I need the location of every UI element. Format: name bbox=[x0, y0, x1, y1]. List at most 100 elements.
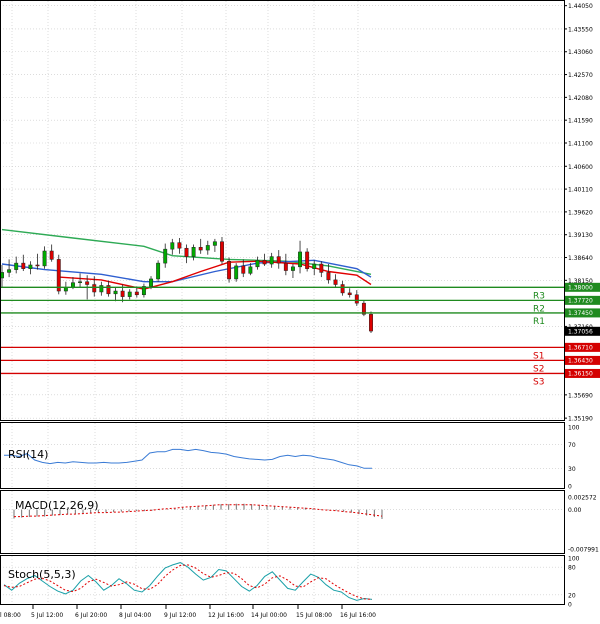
time-axis-label: 16 Jul 16:00 bbox=[340, 612, 376, 619]
chart-background bbox=[0, 0, 600, 624]
candle-body bbox=[134, 291, 139, 296]
candle-body bbox=[212, 241, 217, 246]
pivot-level-price: 1.38000 bbox=[568, 285, 593, 292]
candle-body bbox=[191, 247, 196, 257]
price-y-tick-label: 1.43060 bbox=[568, 49, 593, 56]
candle bbox=[156, 260, 161, 282]
pivot-level-label: R1 bbox=[533, 317, 545, 327]
candle-body bbox=[269, 256, 274, 265]
stochastic-y-tick-label: 0 bbox=[568, 602, 572, 609]
macd-y-tick-label: 0.002572 bbox=[568, 495, 597, 502]
candle-body bbox=[49, 250, 54, 260]
candle-body bbox=[205, 245, 210, 251]
time-axis-label: 5 Jul 12:00 bbox=[31, 612, 63, 619]
rsi-y-tick-label: 30 bbox=[568, 466, 576, 473]
rsi-y-tick-label: 0 bbox=[568, 484, 572, 491]
candle-body bbox=[42, 250, 47, 267]
candle-body bbox=[78, 281, 83, 283]
candle-body bbox=[347, 292, 352, 296]
candle-body bbox=[120, 290, 125, 297]
candle-body bbox=[177, 242, 182, 249]
time-axis-label: 15 Jul 08:00 bbox=[296, 612, 332, 619]
candle-body bbox=[262, 260, 267, 265]
pivot-level-label: S3 bbox=[533, 377, 544, 387]
candle bbox=[227, 257, 232, 283]
candle-body bbox=[21, 262, 26, 269]
candle-body bbox=[127, 291, 132, 297]
candle bbox=[305, 248, 310, 272]
price-y-tick-label: 1.38150 bbox=[568, 278, 593, 285]
candle-body bbox=[283, 262, 288, 271]
pivot-level-price: 1.37720 bbox=[568, 298, 593, 305]
candle-body bbox=[14, 262, 19, 270]
candle-body bbox=[7, 269, 12, 273]
price-y-tick-label: 1.35190 bbox=[568, 416, 593, 423]
candle-body bbox=[276, 256, 281, 264]
stochastic-y-tick-label: 20 bbox=[568, 592, 576, 599]
price-y-tick-label: 1.41100 bbox=[568, 140, 593, 147]
stochastic-y-tick-label: 100 bbox=[568, 556, 580, 563]
price-y-tick-label: 1.40110 bbox=[568, 187, 593, 194]
price-y-tick-label: 1.35690 bbox=[568, 392, 593, 399]
candle-body bbox=[241, 265, 246, 274]
time-axis-label: 6 Jul 20:00 bbox=[75, 612, 107, 619]
candle-body bbox=[198, 247, 203, 251]
price-y-tick-label: 1.43550 bbox=[568, 26, 593, 33]
candle-body bbox=[333, 279, 338, 285]
candle-body bbox=[156, 262, 161, 280]
candle-body bbox=[354, 294, 359, 304]
price-y-tick-label: 1.40600 bbox=[568, 164, 593, 171]
candle-body bbox=[184, 247, 189, 257]
candle-body bbox=[220, 241, 224, 262]
time-axis-label-partial: l 08:00 bbox=[0, 612, 21, 619]
candle bbox=[369, 311, 373, 333]
candle-body bbox=[234, 265, 239, 280]
stochastic-title: Stoch(5,5,3) bbox=[8, 568, 76, 581]
rsi-y-tick-label: 70 bbox=[568, 442, 576, 449]
candle-body bbox=[312, 263, 317, 269]
rsi-title: RSI(14) bbox=[8, 448, 48, 461]
price-y-tick-label: 1.39620 bbox=[568, 209, 593, 216]
candle-body bbox=[319, 263, 324, 273]
candle-body bbox=[248, 266, 253, 274]
stochastic-y-tick-label: 80 bbox=[568, 565, 576, 572]
price-y-tick-label: 1.41590 bbox=[568, 118, 593, 125]
candle-body bbox=[227, 260, 232, 280]
price-y-tick-label: 1.42570 bbox=[568, 72, 593, 79]
macd-title: MACD(12,26,9) bbox=[15, 499, 99, 512]
candle-body bbox=[255, 260, 260, 268]
candle-body bbox=[92, 284, 97, 293]
candle-body bbox=[149, 278, 153, 287]
macd-y-tick-label: -0.007991 bbox=[568, 547, 599, 554]
rsi-y-tick-label: 100 bbox=[568, 425, 580, 432]
price-y-tick-label: 1.39130 bbox=[568, 232, 593, 239]
candle-body bbox=[305, 251, 310, 269]
candle-body bbox=[56, 259, 61, 292]
candle-body bbox=[85, 281, 90, 285]
pivot-level-price: 1.36430 bbox=[568, 358, 593, 365]
candle-body bbox=[340, 284, 345, 294]
candle-body bbox=[170, 242, 175, 250]
candle-body bbox=[326, 272, 331, 281]
time-axis-label: 14 Jul 00:00 bbox=[251, 612, 287, 619]
time-axis-label: 12 Jul 16:00 bbox=[208, 612, 244, 619]
candle-body bbox=[35, 264, 40, 267]
pivot-level-price: 1.37450 bbox=[568, 310, 593, 317]
time-axis-label: 9 Jul 12:00 bbox=[164, 612, 196, 619]
candle-body bbox=[113, 290, 118, 295]
current-price-value: 1.37056 bbox=[568, 329, 593, 336]
price-y-tick-label: 1.44050 bbox=[568, 3, 593, 10]
price-y-tick-label: 1.38640 bbox=[568, 255, 593, 262]
candle-body bbox=[298, 251, 302, 268]
current-price-tag: 1.37056 bbox=[565, 326, 600, 336]
candle-body bbox=[71, 282, 75, 288]
pivot-level-price: 1.36150 bbox=[568, 371, 593, 378]
candle-body bbox=[163, 248, 168, 264]
candle-body bbox=[99, 285, 104, 293]
time-axis-label: 8 Jul 04:00 bbox=[119, 612, 151, 619]
forex-chart: 1.38000R3 1.37720R2 1.37450R11.36710S1 1.36… bbox=[0, 0, 600, 624]
candle-body bbox=[290, 266, 295, 271]
candle-body bbox=[369, 314, 373, 332]
macd-y-tick-label: 0.00 bbox=[568, 507, 582, 514]
candle bbox=[56, 254, 61, 295]
